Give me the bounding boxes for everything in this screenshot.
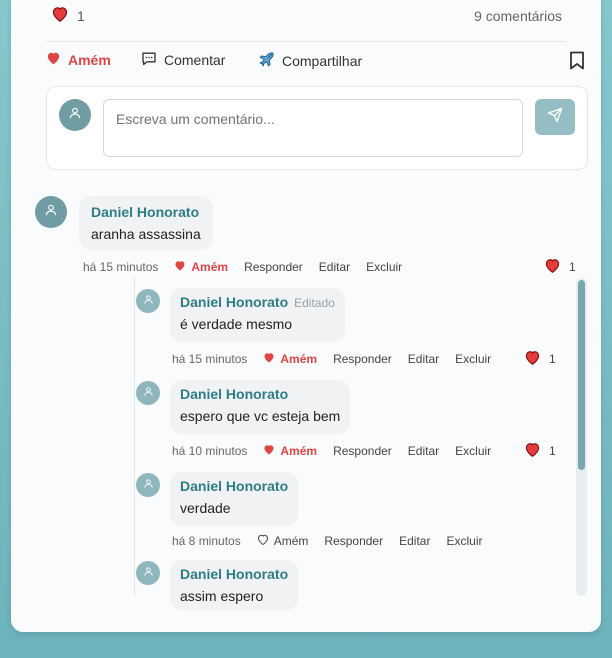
amen-button[interactable]: Amém <box>174 260 228 274</box>
divider <box>46 41 566 42</box>
amen-label: Amém <box>280 352 318 366</box>
heart-icon <box>51 6 69 25</box>
plane-icon <box>258 51 275 71</box>
comment-composer <box>46 86 588 170</box>
comment-like-count: 1 <box>544 258 576 276</box>
reply-bubble: Daniel Honorato Editado é verdade mesmo <box>170 288 345 342</box>
reply-actions: há 15 minutos Amém Responder Editar Excl… <box>172 352 491 366</box>
amen-label: Amém <box>68 51 111 68</box>
user-icon <box>143 292 154 310</box>
user-icon <box>143 564 154 582</box>
reply-text: espero que vc esteja bem <box>180 408 341 424</box>
edited-tag: Editado <box>294 296 335 310</box>
comment-button[interactable]: Comentar <box>141 51 225 69</box>
heart-icon <box>174 260 186 274</box>
delete-button[interactable]: Excluir <box>455 444 491 458</box>
comment-text: aranha assassina <box>91 226 201 242</box>
comment-input[interactable] <box>103 99 523 157</box>
reply-author[interactable]: Daniel Honorato <box>180 566 288 582</box>
amen-button[interactable]: Amém <box>263 444 317 458</box>
reply-author[interactable]: Daniel Honorato <box>180 478 288 494</box>
thread-line <box>134 277 135 597</box>
edit-button[interactable]: Editar <box>319 260 350 274</box>
reply-author-row: Daniel Honorato Editado <box>180 294 335 310</box>
share-label: Compartilhar <box>282 53 363 69</box>
reply-button[interactable]: Responder <box>324 534 383 548</box>
comment-author[interactable]: Daniel Honorato <box>91 204 201 220</box>
reply-button[interactable]: Responder <box>333 352 392 366</box>
reply-bubble: Daniel Honorato assim espero <box>170 560 299 610</box>
reply-time: há 8 minutos <box>172 534 241 548</box>
avatar <box>35 196 67 228</box>
send-button[interactable] <box>535 99 575 135</box>
heart-icon <box>544 258 561 276</box>
delete-button[interactable]: Excluir <box>366 260 402 274</box>
reply-button[interactable]: Responder <box>333 444 392 458</box>
reply-button[interactable]: Responder <box>244 260 303 274</box>
heart-icon <box>46 51 61 68</box>
reply-like-count: 1 <box>524 442 556 460</box>
edit-button[interactable]: Editar <box>399 534 430 548</box>
like-count-value: 1 <box>569 260 576 274</box>
comment-actions: há 15 minutos Amém Responder Editar Excl… <box>83 260 402 274</box>
amen-label: Amém <box>280 444 318 458</box>
amen-label: Amém <box>191 260 229 274</box>
reply-text: é verdade mesmo <box>180 316 293 332</box>
chat-icon <box>141 51 157 69</box>
avatar <box>136 473 160 497</box>
share-button[interactable]: Compartilhar <box>258 51 362 71</box>
user-icon <box>143 384 154 402</box>
delete-button[interactable]: Excluir <box>446 534 482 548</box>
reply-text: assim espero <box>180 588 264 604</box>
avatar <box>59 99 91 131</box>
reply-actions: há 10 minutos Amém Responder Editar Excl… <box>172 444 491 458</box>
reply-text: verdade <box>180 500 231 516</box>
user-icon <box>143 476 154 494</box>
user-icon <box>68 106 82 125</box>
heart-icon <box>263 352 275 366</box>
amen-button[interactable]: Amém <box>257 534 309 548</box>
post-like-count: 1 <box>77 7 85 24</box>
send-icon <box>547 107 563 128</box>
comments-count-link[interactable]: 9 comentários <box>474 8 562 24</box>
comment-label: Comentar <box>164 52 226 68</box>
scrollbar-thumb[interactable] <box>578 280 585 470</box>
heart-icon <box>263 444 275 458</box>
comment-bubble: Daniel Honorato aranha assassina <box>79 196 213 250</box>
edit-button[interactable]: Editar <box>408 444 439 458</box>
user-icon <box>44 203 58 222</box>
avatar <box>136 381 160 405</box>
reply-author[interactable]: Daniel Honorato <box>180 294 288 310</box>
reply-time: há 15 minutos <box>172 352 248 366</box>
reply-actions: há 8 minutos Amém Responder Editar Exclu… <box>172 534 482 548</box>
amen-button[interactable]: Amém <box>46 51 111 68</box>
like-count-value: 1 <box>549 352 556 366</box>
reply-author[interactable]: Daniel Honorato <box>180 386 340 402</box>
edit-button[interactable]: Editar <box>408 352 439 366</box>
avatar <box>136 561 160 585</box>
reply-like-count: 1 <box>524 350 556 368</box>
heart-outline-icon <box>257 534 269 548</box>
comment-time: há 15 minutos <box>83 260 159 274</box>
reply-bubble: Daniel Honorato espero que vc esteja bem <box>170 380 351 434</box>
like-count-value: 1 <box>549 444 556 458</box>
delete-button[interactable]: Excluir <box>455 352 491 366</box>
bookmark-icon[interactable] <box>569 51 585 75</box>
post-like-stat: 1 <box>51 6 85 25</box>
avatar <box>136 289 160 313</box>
amen-label: Amém <box>273 534 309 548</box>
amen-button[interactable]: Amém <box>263 352 317 366</box>
reply-time: há 10 minutos <box>172 444 248 458</box>
reply-bubble: Daniel Honorato verdade <box>170 472 299 526</box>
heart-icon <box>524 442 541 460</box>
post-card: 1 9 comentários Amém Comentar Compartilh… <box>11 0 601 632</box>
heart-icon <box>524 350 541 368</box>
